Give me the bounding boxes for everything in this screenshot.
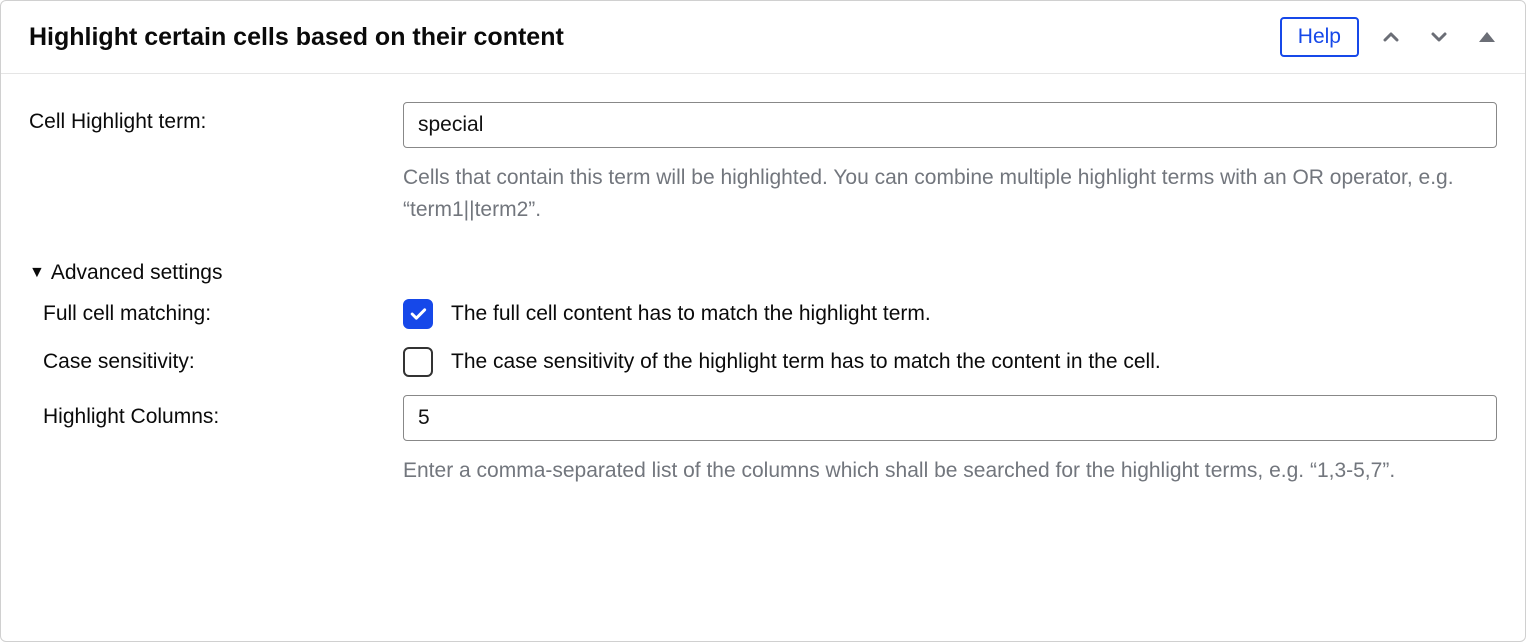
case-sens-row: Case sensitivity: The case sensitivity o… — [29, 347, 1497, 377]
case-sens-checkbox[interactable] — [403, 347, 433, 377]
highlight-term-row: Cell Highlight term: Cells that contain … — [29, 102, 1497, 225]
panel-header: Highlight certain cells based on their c… — [1, 1, 1525, 74]
full-match-control: The full cell content has to match the h… — [403, 299, 1497, 329]
highlight-term-label: Cell Highlight term: — [29, 102, 403, 134]
case-sens-control: The case sensitivity of the highlight te… — [403, 347, 1497, 377]
highlight-term-help: Cells that contain this term will be hig… — [403, 162, 1497, 225]
full-match-desc: The full cell content has to match the h… — [451, 302, 931, 326]
highlight-term-control: Cells that contain this term will be hig… — [403, 102, 1497, 225]
full-match-checkbox[interactable] — [403, 299, 433, 329]
advanced-settings-label: Advanced settings — [51, 261, 223, 285]
highlight-columns-row: Highlight Columns: Enter a comma-separat… — [29, 395, 1497, 487]
chevron-down-icon — [1427, 25, 1451, 49]
panel-title: Highlight certain cells based on their c… — [29, 23, 564, 52]
chevron-up-icon — [1379, 25, 1403, 49]
advanced-settings-toggle[interactable]: ▼ Advanced settings — [29, 261, 1497, 285]
triangle-up-icon — [1475, 25, 1499, 49]
highlight-columns-label: Highlight Columns: — [29, 395, 403, 429]
move-up-button[interactable] — [1375, 21, 1407, 53]
case-sens-label: Case sensitivity: — [29, 350, 403, 374]
case-sens-desc: The case sensitivity of the highlight te… — [451, 350, 1161, 374]
highlight-columns-control: Enter a comma-separated list of the colu… — [403, 395, 1497, 487]
highlight-term-input[interactable] — [403, 102, 1497, 148]
full-match-label: Full cell matching: — [29, 302, 403, 326]
move-down-button[interactable] — [1423, 21, 1455, 53]
header-actions: Help — [1280, 17, 1503, 57]
full-match-row: Full cell matching: The full cell conten… — [29, 299, 1497, 329]
panel-body: Cell Highlight term: Cells that contain … — [1, 74, 1525, 515]
collapse-button[interactable] — [1471, 21, 1503, 53]
triangle-down-icon: ▼ — [29, 264, 45, 282]
check-icon — [408, 304, 428, 324]
highlight-panel: Highlight certain cells based on their c… — [0, 0, 1526, 642]
highlight-columns-input[interactable] — [403, 395, 1497, 441]
help-button[interactable]: Help — [1280, 17, 1359, 57]
highlight-columns-help: Enter a comma-separated list of the colu… — [403, 455, 1497, 487]
